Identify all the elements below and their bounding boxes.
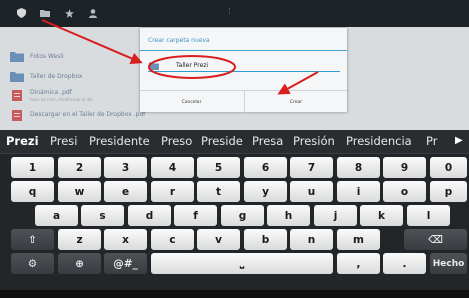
key-y[interactable]: y xyxy=(244,181,287,202)
suggestion-item[interactable]: Presidencia xyxy=(346,134,412,148)
key-w[interactable]: w xyxy=(58,181,101,202)
dialog-title: Crear carpeta nueva xyxy=(148,37,210,44)
dialog-button-bar: Cancelar Crear xyxy=(140,90,347,113)
suggestion-item[interactable]: Presi xyxy=(50,134,77,148)
suggestion-item[interactable]: Preside xyxy=(201,134,243,148)
shift-key[interactable]: ⇧ xyxy=(11,229,54,250)
key-h[interactable]: h xyxy=(267,205,310,226)
key-i[interactable]: i xyxy=(337,181,380,202)
done-key[interactable]: Hecho xyxy=(430,253,467,274)
suggestion-item[interactable]: Presión xyxy=(293,134,335,148)
create-folder-dialog: Crear carpeta nueva Taller Prezi Cancela… xyxy=(140,28,347,113)
folder-icon[interactable] xyxy=(40,8,50,18)
key-e[interactable]: e xyxy=(104,181,147,202)
space-key[interactable]: ⎵ xyxy=(151,253,333,274)
shield-icon[interactable] xyxy=(16,8,26,18)
suggestion-bar: Prezi Presi Presidente Preso Preside Pre… xyxy=(0,130,469,154)
suggestion-item[interactable]: Pr xyxy=(426,134,437,148)
pdf-file-icon xyxy=(12,90,22,101)
key-k[interactable]: k xyxy=(360,205,403,226)
pdf-file-icon xyxy=(12,110,22,121)
key-4[interactable]: 4 xyxy=(151,157,194,178)
key-a[interactable]: a xyxy=(35,205,78,226)
user-icon[interactable] xyxy=(88,8,98,18)
cancel-button[interactable]: Cancelar xyxy=(140,91,243,113)
folder-name-value: Taller Prezi xyxy=(176,62,209,69)
overflow-menu-label[interactable]: ⋮ xyxy=(226,7,233,15)
suggestion-item[interactable]: Prezi xyxy=(6,134,39,148)
key-g[interactable]: g xyxy=(221,205,264,226)
key-s[interactable]: s xyxy=(81,205,124,226)
file-name: Taller de Dropbox xyxy=(30,73,83,80)
key-6[interactable]: 6 xyxy=(244,157,287,178)
key-1[interactable]: 1 xyxy=(11,157,54,178)
key-r[interactable]: r xyxy=(151,181,194,202)
key-x[interactable]: x xyxy=(104,229,147,250)
key-f[interactable]: f xyxy=(174,205,217,226)
dialog-divider xyxy=(140,50,347,51)
suggestion-item[interactable]: Presa xyxy=(252,134,283,148)
key-b[interactable]: b xyxy=(244,229,287,250)
key-m[interactable]: m xyxy=(337,229,380,250)
key-0[interactable]: 0 xyxy=(430,157,467,178)
key-u[interactable]: u xyxy=(290,181,333,202)
file-name: Descargar en el Taller de Dropbox .pdf xyxy=(30,111,146,118)
key-2[interactable]: 2 xyxy=(58,157,101,178)
period-key[interactable]: . xyxy=(383,253,426,274)
create-button[interactable]: Crear xyxy=(244,91,347,113)
key-z[interactable]: z xyxy=(58,229,101,250)
key-p[interactable]: p xyxy=(430,181,467,202)
suggestion-item[interactable]: Presidente xyxy=(89,134,150,148)
language-globe-key[interactable]: ⊕ xyxy=(58,253,101,274)
key-o[interactable]: o xyxy=(383,181,426,202)
key-n[interactable]: n xyxy=(290,229,333,250)
file-name: Fotos Wesli xyxy=(30,53,64,60)
star-icon[interactable] xyxy=(64,8,74,18)
key-7[interactable]: 7 xyxy=(290,157,333,178)
file-name: Dinámica .pdf xyxy=(30,89,72,96)
key-d[interactable]: d xyxy=(128,205,171,226)
key-5[interactable]: 5 xyxy=(197,157,240,178)
folder-icon xyxy=(149,62,159,70)
key-c[interactable]: c xyxy=(151,229,194,250)
symbols-key[interactable]: @#_ xyxy=(104,253,147,274)
key-t[interactable]: t xyxy=(197,181,240,202)
key-j[interactable]: j xyxy=(314,205,357,226)
key-8[interactable]: 8 xyxy=(337,157,380,178)
folder-icon xyxy=(10,72,24,82)
key-9[interactable]: 9 xyxy=(383,157,426,178)
comma-key[interactable]: , xyxy=(337,253,380,274)
more-suggestions-arrow[interactable]: ▶ xyxy=(455,135,463,146)
folder-icon xyxy=(10,52,24,62)
folder-name-input[interactable]: Taller Prezi xyxy=(148,60,340,72)
action-bar: ⋮ xyxy=(0,0,469,27)
on-screen-keyboard: Prezi Presi Presidente Preso Preside Pre… xyxy=(0,130,469,298)
key-v[interactable]: v xyxy=(197,229,240,250)
backspace-key[interactable]: ⌫ xyxy=(404,229,467,250)
file-subtitle: hace un mes, modificado el día xyxy=(30,97,93,102)
suggestion-item[interactable]: Preso xyxy=(161,134,192,148)
key-q[interactable]: q xyxy=(11,181,54,202)
system-navigation-bar xyxy=(0,290,469,298)
keyboard-settings-key[interactable]: ⚙ xyxy=(11,253,54,274)
key-3[interactable]: 3 xyxy=(104,157,147,178)
key-l[interactable]: l xyxy=(407,205,450,226)
